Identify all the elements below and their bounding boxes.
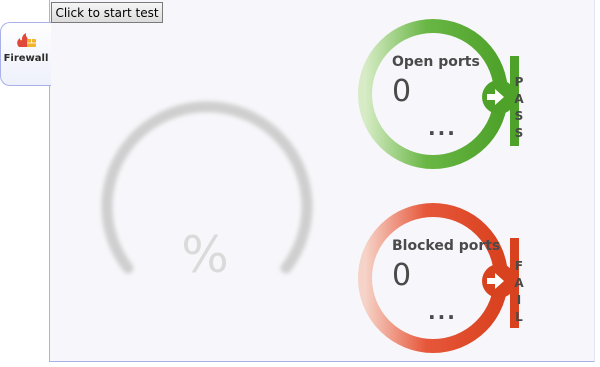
blocked-ports-count: 0 (392, 258, 412, 293)
firewall-icon (17, 33, 36, 47)
pass-letter: S (514, 109, 524, 123)
blocked-ports-title: Blocked ports (392, 238, 501, 254)
pass-letter: S (514, 126, 524, 140)
fail-letter: A (514, 276, 524, 290)
tab-firewall[interactable]: Firewall (0, 22, 51, 86)
tab-label: Firewall (3, 53, 49, 64)
arrow-right-icon[interactable] (482, 268, 508, 294)
open-ports-count: 0 (392, 74, 412, 109)
percent-label: % (181, 226, 229, 284)
pass-letter: P (514, 75, 524, 89)
fail-label: F A I L (512, 258, 526, 326)
pass-label: P A S S (512, 74, 526, 142)
fail-letter: L (515, 310, 523, 324)
blocked-ports-more[interactable]: ... (428, 300, 457, 324)
open-ports-widget: Open ports 0 ... P A S S (358, 12, 528, 182)
blocked-ports-widget: Blocked ports 0 ... F A I L (358, 196, 528, 366)
arrow-right-icon[interactable] (482, 84, 508, 110)
fail-letter: F (514, 259, 524, 273)
start-test-button[interactable]: Click to start test (51, 2, 163, 23)
pass-letter: A (514, 92, 524, 106)
open-ports-title: Open ports (392, 54, 480, 70)
fail-letter: I (516, 293, 522, 307)
open-ports-more[interactable]: ... (428, 116, 457, 140)
